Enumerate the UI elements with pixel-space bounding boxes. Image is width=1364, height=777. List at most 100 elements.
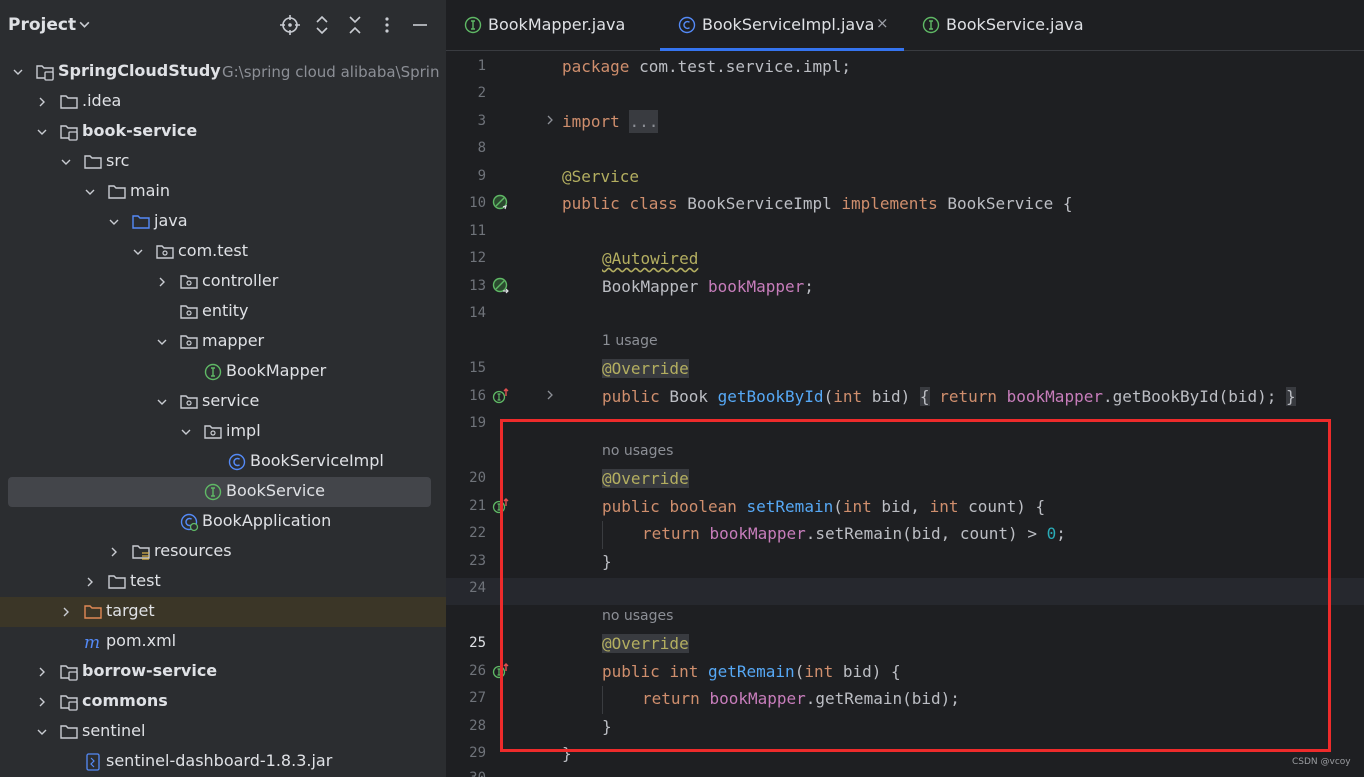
code-area[interactable]: package com.test.service.impl; import ..… bbox=[562, 51, 1364, 777]
code-line: BookMapper bookMapper; bbox=[602, 277, 814, 296]
tree-item-label: main bbox=[130, 181, 170, 200]
expand-all-icon[interactable] bbox=[311, 14, 333, 36]
usage-hint[interactable]: no usages bbox=[602, 608, 673, 624]
chevron-down-icon[interactable] bbox=[84, 186, 96, 198]
tree-item-idea[interactable]: .idea bbox=[0, 87, 446, 117]
watermark: CSDN @vcoy bbox=[1292, 757, 1351, 767]
fold-expand-icon[interactable] bbox=[545, 390, 555, 400]
tree-item-controller[interactable]: controller bbox=[0, 267, 446, 297]
chevron-down-icon[interactable] bbox=[36, 726, 48, 738]
tree-item-target[interactable]: target bbox=[0, 597, 446, 627]
tree-item-bookapplication[interactable]: BookApplication bbox=[0, 507, 446, 537]
tab-bookmapper[interactable]: BookMapper.java bbox=[446, 0, 654, 50]
interface-icon bbox=[922, 16, 940, 34]
tree-item-impl[interactable]: impl bbox=[0, 417, 446, 447]
module-folder-icon bbox=[60, 125, 78, 141]
minimize-icon[interactable] bbox=[409, 14, 431, 36]
fold-expand-icon[interactable] bbox=[545, 115, 555, 125]
interface-icon bbox=[204, 483, 222, 501]
more-options-icon[interactable] bbox=[376, 14, 398, 36]
tree-item-bookserviceimpl[interactable]: BookServiceImpl bbox=[0, 447, 446, 477]
indent-guide bbox=[602, 521, 603, 549]
chevron-right-icon[interactable] bbox=[84, 576, 96, 588]
chevron-right-icon[interactable] bbox=[36, 96, 48, 108]
tab-bookserviceimpl[interactable]: BookServiceImpl.java × bbox=[660, 0, 904, 51]
maven-icon: m bbox=[84, 633, 100, 652]
line-number: 8 bbox=[477, 140, 486, 156]
tree-item-test[interactable]: test bbox=[0, 567, 446, 597]
chevron-right-icon[interactable] bbox=[156, 276, 168, 288]
chevron-down-icon[interactable] bbox=[132, 246, 144, 258]
svg-text:m: m bbox=[84, 633, 100, 652]
chevron-down-icon[interactable] bbox=[156, 336, 168, 348]
chevron-right-icon[interactable] bbox=[60, 606, 72, 618]
implements-method-icon[interactable] bbox=[492, 662, 510, 680]
tree-item-commons[interactable]: commons bbox=[0, 687, 446, 717]
chevron-down-icon[interactable] bbox=[180, 426, 192, 438]
usage-hint[interactable]: no usages bbox=[602, 443, 673, 459]
tree-item-bookmapper[interactable]: BookMapper bbox=[0, 357, 446, 387]
code-line: public class BookServiceImpl implements … bbox=[562, 194, 1073, 213]
line-number: 1 bbox=[477, 58, 486, 74]
line-number: 16 bbox=[469, 388, 486, 404]
tree-item-label: commons bbox=[82, 691, 168, 710]
line-number: 21 bbox=[469, 498, 486, 514]
tab-close-icon[interactable]: × bbox=[876, 14, 889, 32]
chevron-down-icon[interactable] bbox=[60, 156, 72, 168]
implements-method-icon[interactable] bbox=[492, 497, 510, 515]
tree-item-label: target bbox=[106, 601, 155, 620]
ide-window: Project SpringCloudStudy G:\spring cloud … bbox=[0, 0, 1364, 777]
tree-item-service[interactable]: service bbox=[0, 387, 446, 417]
folded-imports[interactable]: ... bbox=[629, 110, 659, 133]
chevron-down-icon[interactable] bbox=[12, 66, 24, 78]
tree-item-mapper[interactable]: mapper bbox=[0, 327, 446, 357]
collapse-all-icon[interactable] bbox=[344, 14, 366, 36]
tree-item-label: test bbox=[130, 571, 161, 590]
tree-item-bookservice[interactable]: BookService bbox=[0, 477, 446, 507]
tree-item-main[interactable]: main bbox=[0, 177, 446, 207]
chevron-down-icon[interactable] bbox=[36, 126, 48, 138]
tree-item-book-service[interactable]: book-service bbox=[0, 117, 446, 147]
tree-item-entity[interactable]: entity bbox=[0, 297, 446, 327]
line-number: 15 bbox=[469, 360, 486, 376]
tree-item-resources[interactable]: resources bbox=[0, 537, 446, 567]
usage-hint[interactable]: 1 usage bbox=[602, 333, 658, 349]
line-number: 23 bbox=[469, 553, 486, 569]
code-line: public boolean setRemain(int bid, int co… bbox=[602, 497, 1046, 516]
tree-item-springcloudstudy[interactable]: SpringCloudStudy G:\spring cloud alibaba\… bbox=[0, 57, 446, 87]
tree-item-pom-xml[interactable]: m pom.xml bbox=[0, 627, 446, 657]
jar-icon bbox=[86, 753, 100, 771]
line-number: 10 bbox=[469, 195, 486, 211]
autowired-navigate-icon[interactable] bbox=[492, 277, 510, 295]
chevron-down-icon[interactable] bbox=[108, 216, 120, 228]
package-icon bbox=[180, 305, 198, 319]
tree-item-com-test[interactable]: com.test bbox=[0, 237, 446, 267]
editor-gutter: 1 2 3 8 9 10 11 12 13 14 15 16 19 20 21 … bbox=[446, 51, 562, 777]
code-line: @Override bbox=[602, 469, 689, 488]
locate-file-icon[interactable] bbox=[279, 14, 301, 36]
tab-bookservice[interactable]: BookService.java bbox=[904, 0, 1104, 50]
tree-item-src[interactable]: src bbox=[0, 147, 446, 177]
tree-item-java[interactable]: java bbox=[0, 207, 446, 237]
tree-item-borrow-service[interactable]: borrow-service bbox=[0, 657, 446, 687]
tree-item-label: BookService bbox=[226, 481, 325, 500]
line-number-current: 25 bbox=[469, 635, 486, 651]
spring-bean-icon[interactable] bbox=[492, 194, 510, 212]
indent-guide bbox=[602, 686, 603, 714]
code-line: public Book getBookById(int bid) { retur… bbox=[602, 387, 1296, 406]
tree-item-label: controller bbox=[202, 271, 279, 290]
line-number: 28 bbox=[469, 718, 486, 734]
chevron-down-icon[interactable] bbox=[156, 396, 168, 408]
folder-icon bbox=[60, 725, 78, 739]
chevron-right-icon[interactable] bbox=[36, 696, 48, 708]
tree-item-sentinel-dashboard-1-8-3-jar[interactable]: sentinel-dashboard-1.8.3.jar bbox=[0, 747, 446, 777]
implements-method-icon[interactable] bbox=[492, 387, 510, 405]
chevron-right-icon[interactable] bbox=[36, 666, 48, 678]
tree-item-label: BookServiceImpl bbox=[250, 451, 384, 470]
chevron-right-icon[interactable] bbox=[108, 546, 120, 558]
chevron-down-icon[interactable] bbox=[78, 18, 91, 31]
code-line: return bookMapper.getRemain(bid); bbox=[642, 689, 960, 708]
tree-item-sentinel[interactable]: sentinel bbox=[0, 717, 446, 747]
package-icon bbox=[156, 245, 174, 259]
project-panel-title[interactable]: Project bbox=[8, 15, 76, 35]
